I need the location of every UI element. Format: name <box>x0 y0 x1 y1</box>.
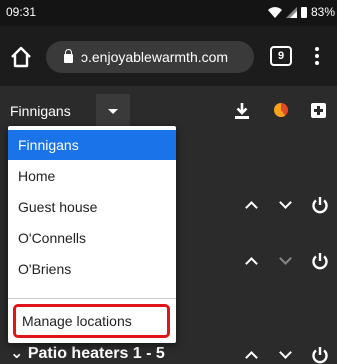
manage-locations-option[interactable]: Manage locations <box>13 304 170 338</box>
add-icon[interactable] <box>311 103 326 118</box>
lock-icon <box>64 48 73 63</box>
move-down-icon[interactable] <box>277 347 293 363</box>
location-dropdown-menu: Finnigans Home Guest house O'Connells O'… <box>8 126 176 343</box>
power-icon[interactable] <box>311 252 329 270</box>
location-option-finnigans[interactable]: Finnigans <box>8 130 176 160</box>
location-label[interactable]: Finnigans <box>10 103 71 119</box>
group-row-title[interactable]: ⌄ Patio heaters 1 - 5 <box>10 343 165 363</box>
url-text: ɔ.enjoyablewarmth.com <box>81 49 229 65</box>
download-icon[interactable] <box>234 102 250 120</box>
move-down-icon[interactable] <box>277 253 293 269</box>
status-bar: 09:31 83% <box>0 0 337 26</box>
location-option-oconnells[interactable]: O'Connells <box>8 223 176 253</box>
more-options-icon[interactable] <box>310 44 324 68</box>
battery-icon <box>300 6 307 18</box>
move-down-icon[interactable] <box>277 197 293 213</box>
status-time: 09:31 <box>6 5 37 19</box>
row-controls <box>243 252 329 270</box>
location-option-guest-house[interactable]: Guest house <box>8 192 176 222</box>
power-icon[interactable] <box>311 346 329 364</box>
usage-chart-icon[interactable] <box>274 103 288 117</box>
status-icons: 83% <box>267 5 335 19</box>
wifi-icon <box>267 6 282 18</box>
move-up-icon[interactable] <box>243 253 259 269</box>
location-option-home[interactable]: Home <box>8 161 176 191</box>
location-option-obriens[interactable]: O'Briens <box>8 254 176 284</box>
power-icon[interactable] <box>311 196 329 214</box>
row-controls <box>243 196 329 214</box>
browser-url-bar: ɔ.enjoyablewarmth.com 9 <box>0 26 337 86</box>
home-icon[interactable] <box>6 42 36 72</box>
location-dropdown-button[interactable] <box>96 94 130 128</box>
tab-switcher-button[interactable]: 9 <box>270 46 292 66</box>
menu-divider <box>8 298 176 299</box>
signal-icon <box>285 6 297 18</box>
move-up-icon[interactable] <box>243 197 259 213</box>
url-field[interactable]: ɔ.enjoyablewarmth.com <box>46 41 254 73</box>
move-up-icon[interactable] <box>243 347 259 363</box>
row-controls <box>243 346 329 364</box>
battery-level: 83% <box>310 5 335 19</box>
